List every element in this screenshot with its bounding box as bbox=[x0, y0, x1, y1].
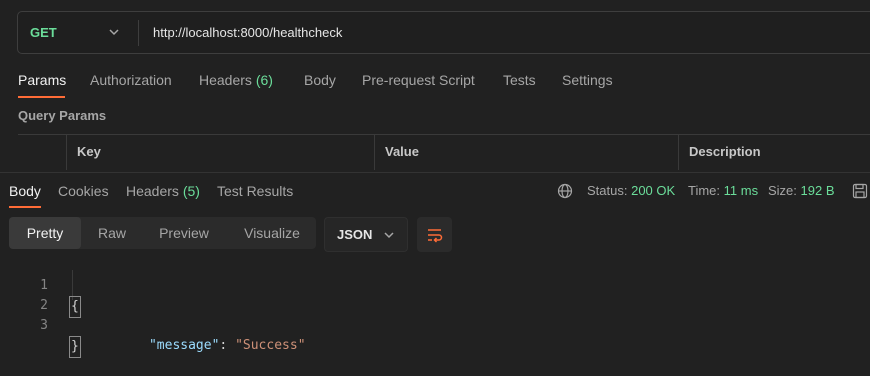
size-readout[interactable]: Size: 192 B bbox=[768, 181, 835, 201]
chevron-down-icon bbox=[384, 232, 394, 239]
tab-label: Params bbox=[18, 72, 67, 88]
tab-pre-request-script[interactable]: Pre-request Script bbox=[362, 66, 475, 94]
query-params-table: Key Value Description bbox=[18, 134, 870, 171]
tab-params[interactable]: Params bbox=[18, 66, 66, 94]
time-readout[interactable]: Time: 11 ms bbox=[688, 181, 758, 201]
tab-label: Headers bbox=[126, 183, 179, 199]
response-tabs: Body Cookies Headers (5) Test Results St… bbox=[0, 172, 870, 209]
url-input[interactable]: http://localhost:8000/healthcheck bbox=[153, 12, 342, 53]
tab-label: Cookies bbox=[58, 183, 109, 199]
time-label: Time: bbox=[688, 183, 721, 198]
json-colon: : bbox=[219, 338, 236, 353]
url-bar: GET http://localhost:8000/healthcheck bbox=[17, 11, 870, 54]
tab-label: Pre-request Script bbox=[362, 72, 475, 88]
json-value: "Success" bbox=[235, 338, 306, 353]
headers-count: (5) bbox=[182, 183, 200, 199]
tab-body[interactable]: Body bbox=[304, 66, 336, 94]
active-tab-underline bbox=[18, 96, 65, 98]
status-readout[interactable]: Status: 200 OK bbox=[587, 181, 675, 201]
size-label: Size: bbox=[768, 183, 797, 198]
chevron-down-icon bbox=[109, 29, 119, 36]
tab-authorization[interactable]: Authorization bbox=[90, 66, 172, 94]
column-value: Value bbox=[374, 135, 678, 170]
line-number: 3 bbox=[40, 318, 48, 333]
tab-label: Body bbox=[9, 183, 41, 199]
active-tab-underline bbox=[9, 206, 41, 208]
table-checkbox-column bbox=[18, 135, 66, 170]
headers-count: (6) bbox=[255, 72, 273, 88]
tab-test-results[interactable]: Test Results bbox=[217, 181, 293, 201]
status-value: 200 OK bbox=[631, 183, 676, 198]
time-value: 11 ms bbox=[723, 183, 759, 198]
status-label: Status: bbox=[587, 183, 628, 198]
view-mode-toolbar: Pretty Raw Preview Visualize bbox=[9, 217, 316, 249]
tab-label: Body bbox=[304, 72, 336, 88]
method-label: GET bbox=[30, 25, 57, 40]
format-label: JSON bbox=[337, 227, 373, 242]
wrap-lines-icon bbox=[427, 228, 442, 243]
size-value: 192 B bbox=[800, 183, 835, 198]
tab-response-headers[interactable]: Headers (5) bbox=[126, 181, 200, 201]
json-key: "message" bbox=[148, 338, 220, 353]
format-select[interactable]: JSON bbox=[324, 217, 408, 252]
tab-cookies[interactable]: Cookies bbox=[58, 181, 109, 201]
tab-label: Tests bbox=[503, 72, 536, 88]
column-key: Key bbox=[66, 135, 374, 170]
tab-tests[interactable]: Tests bbox=[503, 66, 536, 94]
tab-label: Headers bbox=[199, 72, 252, 88]
url-divider bbox=[138, 20, 139, 46]
close-brace: } bbox=[69, 336, 81, 358]
method-select[interactable]: GET bbox=[18, 12, 138, 53]
visualize-button[interactable]: Visualize bbox=[235, 217, 309, 249]
code-line: 1 { bbox=[0, 256, 81, 318]
tab-label: Settings bbox=[562, 72, 613, 88]
query-params-title: Query Params bbox=[18, 108, 107, 123]
globe-icon[interactable] bbox=[557, 183, 573, 199]
save-icon[interactable] bbox=[852, 183, 868, 199]
tab-label: Authorization bbox=[90, 72, 172, 88]
tab-settings[interactable]: Settings bbox=[562, 66, 613, 94]
code-line: 3 } bbox=[0, 296, 81, 358]
tab-headers[interactable]: Headers (6) bbox=[199, 66, 273, 94]
code-line: 2 "message": "Success" bbox=[0, 276, 305, 353]
pretty-button[interactable]: Pretty bbox=[9, 217, 81, 249]
column-description: Description bbox=[678, 135, 870, 170]
preview-button[interactable]: Preview bbox=[153, 217, 215, 249]
open-brace: { bbox=[69, 296, 81, 318]
tab-response-body[interactable]: Body bbox=[9, 181, 41, 201]
raw-button[interactable]: Raw bbox=[87, 217, 137, 249]
wrap-lines-button[interactable] bbox=[417, 217, 452, 252]
tab-label: Test Results bbox=[217, 183, 294, 199]
